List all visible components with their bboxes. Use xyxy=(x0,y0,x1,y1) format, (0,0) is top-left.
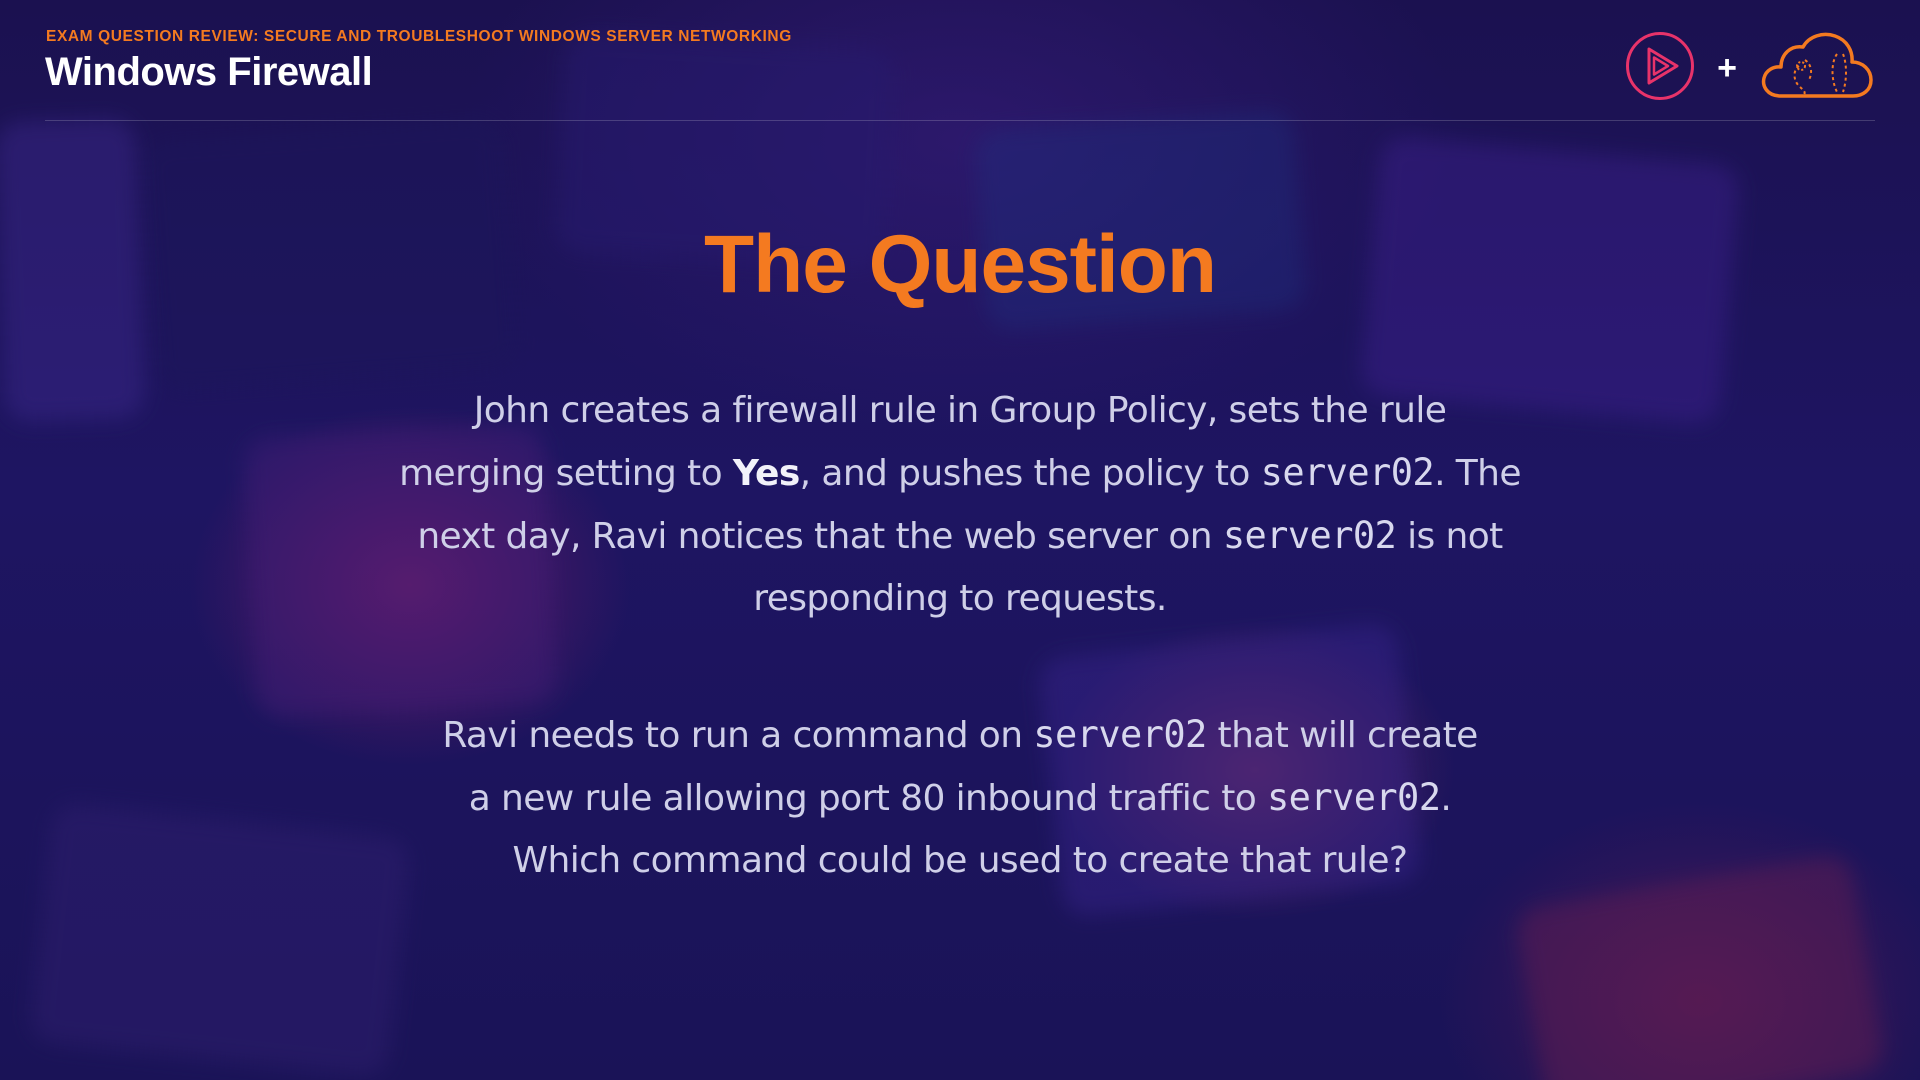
slide-header: EXAM QUESTION REVIEW: SECURE AND TROUBLE… xyxy=(45,26,1875,121)
line-text: responding to requests. xyxy=(753,578,1167,619)
play-logo-icon xyxy=(1625,31,1695,105)
plus-sign: + xyxy=(1717,49,1737,87)
line-text: merging setting to xyxy=(399,453,733,494)
line-text: a new rule allowing port 80 inbound traf… xyxy=(468,778,1267,819)
background-tile xyxy=(1513,852,1887,1080)
line-text: . The xyxy=(1434,453,1521,494)
server-name-code: server02 xyxy=(1267,776,1441,819)
line-text: John creates a firewall rule in Group Po… xyxy=(473,390,1447,431)
line-text: is not xyxy=(1396,516,1503,557)
line-text: next day, Ravi notices that the web serv… xyxy=(417,516,1223,557)
server-name-code: server02 xyxy=(1033,713,1207,756)
line-text: Which command could be used to create th… xyxy=(512,840,1409,881)
line-text: Ravi needs to run a command on xyxy=(442,715,1034,756)
paragraph-line: merging setting to Yes, and pushes the p… xyxy=(360,442,1560,505)
server-name-code: server02 xyxy=(1222,514,1397,557)
slide-title: The Question xyxy=(704,219,1217,310)
cloud-logo-icon xyxy=(1759,30,1875,106)
paragraph-line: a new rule allowing port 80 inbound traf… xyxy=(360,767,1560,830)
paragraph-line: next day, Ravi notices that the web serv… xyxy=(360,505,1560,568)
emphasis-yes: Yes xyxy=(732,453,800,494)
question-paragraph-2: Ravi needs to run a command on server02 … xyxy=(360,704,1560,892)
background-tile xyxy=(28,801,412,1079)
server-name-code: server02 xyxy=(1260,451,1435,494)
paragraph-line: Ravi needs to run a command on server02 … xyxy=(360,704,1560,767)
paragraph-line: Which command could be used to create th… xyxy=(360,830,1560,892)
module-title: Windows Firewall xyxy=(45,50,373,94)
paragraph-line: responding to requests. xyxy=(360,568,1560,630)
line-text: , and pushes the policy to xyxy=(799,453,1261,494)
line-text: . xyxy=(1440,778,1452,819)
partner-logos: + xyxy=(1625,30,1875,106)
line-text: that will create xyxy=(1206,715,1479,756)
paragraph-line: John creates a firewall rule in Group Po… xyxy=(360,380,1560,442)
course-label: EXAM QUESTION REVIEW: SECURE AND TROUBLE… xyxy=(46,28,792,45)
question-paragraph-1: John creates a firewall rule in Group Po… xyxy=(360,380,1560,630)
